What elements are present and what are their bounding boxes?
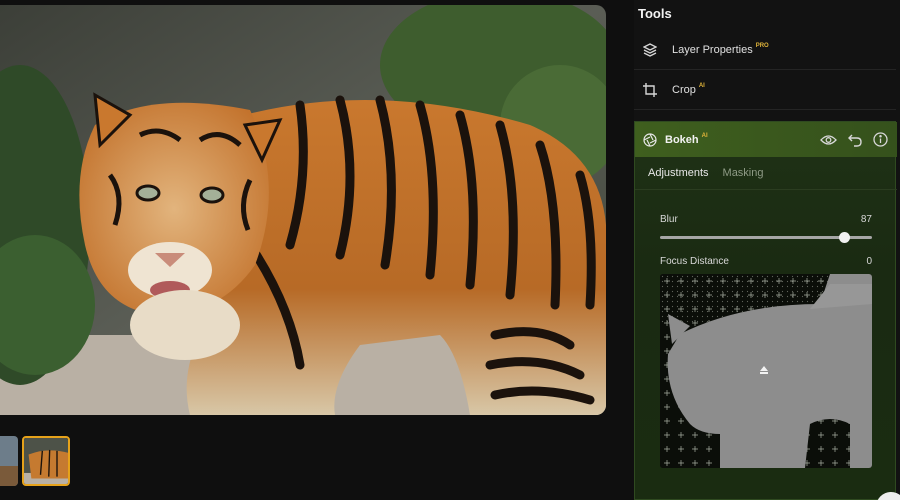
filmstrip	[0, 436, 606, 488]
bokeh-tabs: Adjustments Masking	[635, 157, 897, 190]
tiger-photo	[0, 5, 606, 415]
info-icon[interactable]	[872, 131, 889, 148]
bokeh-label: Bokeh	[665, 133, 699, 146]
undo-icon[interactable]	[846, 131, 863, 148]
focus-depth-map[interactable]	[660, 274, 872, 468]
tool-label: Layer Properties	[672, 43, 753, 56]
tool-layer-properties[interactable]: Layer Properties PRO	[634, 30, 896, 70]
tool-crop[interactable]: Crop AI	[634, 70, 896, 110]
bokeh-header[interactable]: Bokeh AI	[635, 122, 897, 157]
blur-slider-handle[interactable]	[839, 232, 851, 243]
tab-masking[interactable]: Masking	[723, 167, 764, 179]
ai-badge: AI	[701, 132, 708, 139]
ai-badge: AI	[698, 82, 705, 89]
focus-distance-value: 0	[866, 256, 872, 267]
focus-distance-label: Focus Distance	[660, 256, 729, 267]
focus-distance-param: Focus Distance 0	[660, 256, 872, 267]
tool-label: Crop	[672, 83, 696, 96]
photo-canvas[interactable]	[0, 5, 606, 415]
filmstrip-thumbnail[interactable]	[0, 436, 18, 486]
blur-label: Blur	[660, 214, 678, 225]
eye-icon[interactable]	[820, 131, 837, 148]
filmstrip-thumbnail-active[interactable]	[22, 436, 70, 486]
tools-panel: Tools Layer Properties PRO Crop AI Bokeh	[634, 0, 900, 500]
blur-value: 87	[860, 214, 872, 225]
bokeh-tool-panel: Bokeh AI Adjustments Masking Blur 87 Foc…	[634, 121, 897, 500]
blur-param: Blur 87	[660, 214, 872, 225]
tab-adjustments[interactable]: Adjustments	[648, 167, 709, 179]
panel-title: Tools	[638, 6, 672, 21]
layers-icon	[642, 42, 658, 58]
pro-badge: PRO	[755, 42, 769, 49]
crop-icon	[642, 82, 658, 98]
aperture-icon	[643, 132, 657, 147]
blur-slider[interactable]	[660, 232, 872, 243]
